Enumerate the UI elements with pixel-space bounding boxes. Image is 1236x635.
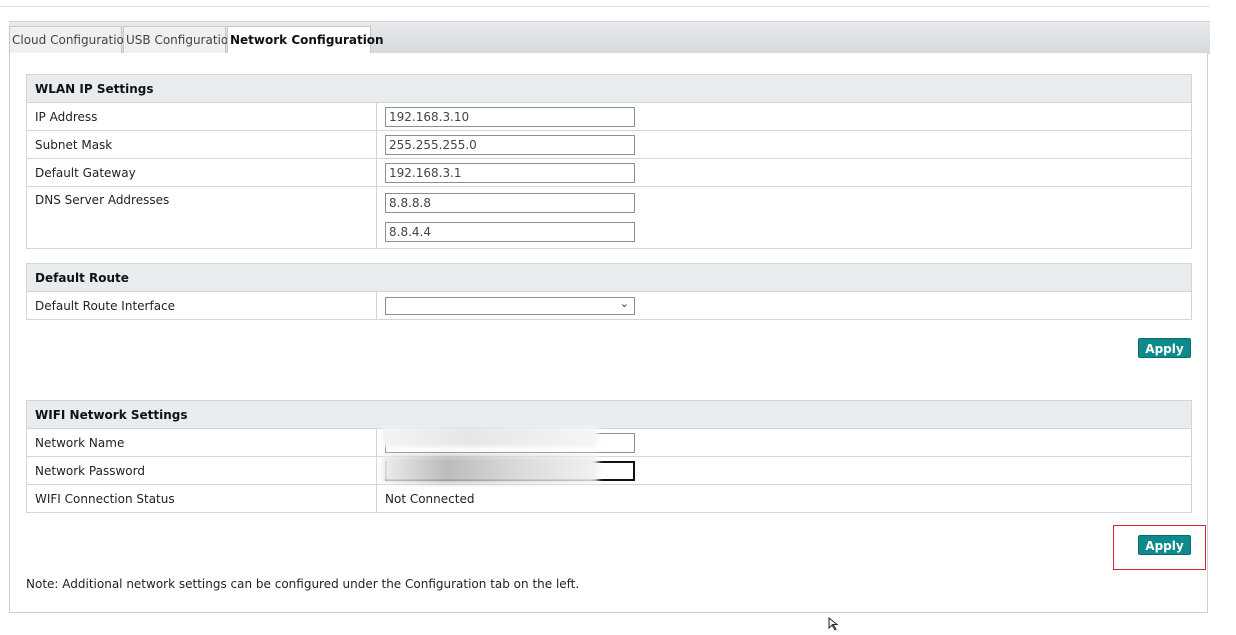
tab-usb-configuration[interactable]: USB Configuration [123,26,236,53]
wifi-network-settings-table: WIFI Network Settings Network Name Netwo… [26,400,1192,513]
redacted-network-name [382,427,598,447]
dns-server-label: DNS Server Addresses [26,186,377,249]
redacted-network-password [382,455,598,483]
tab-network-configuration[interactable]: Network Configuration [227,26,384,55]
ip-address-label: IP Address [26,102,377,131]
tab-bar: Cloud Configuration USB Configuration Ne… [9,21,1210,55]
wlan-ip-settings-table: WLAN IP Settings IP Address 192.168.3.10… [26,74,1192,249]
subnet-mask-label: Subnet Mask [26,130,377,159]
default-route-interface-select[interactable]: ⌄ [385,296,635,315]
default-route-interface-label: Default Route Interface [26,291,377,320]
note-text: Note: Additional network settings can be… [26,577,580,591]
default-gateway-label: Default Gateway [26,158,377,187]
network-password-label: Network Password [26,456,377,485]
highlight-box [1113,525,1206,570]
subnet-mask-input[interactable]: 255.255.255.0 [385,134,635,155]
wifi-connection-status-value: Not Connected [376,484,1192,513]
chevron-down-icon: ⌄ [619,296,629,310]
wlan-section-title: WLAN IP Settings [26,74,1192,103]
network-name-label: Network Name [26,428,377,457]
default-route-table: Default Route Default Route Interface ⌄ [26,263,1192,320]
wifi-section-title: WIFI Network Settings [26,400,1192,429]
top-divider [0,6,1210,7]
default-gateway-input[interactable]: 192.168.3.1 [385,162,635,183]
ip-address-input[interactable]: 192.168.3.10 [385,106,635,127]
tab-cloud-configuration[interactable]: Cloud Configuration [9,26,131,53]
dns-secondary-input[interactable]: 8.8.4.4 [385,222,635,242]
apply-route-button[interactable]: Apply [1138,338,1191,358]
wifi-connection-status-label: WIFI Connection Status [26,484,377,513]
mouse-cursor-icon [828,616,840,635]
default-route-section-title: Default Route [26,263,1192,292]
dns-primary-input[interactable]: 8.8.8.8 [385,193,635,213]
